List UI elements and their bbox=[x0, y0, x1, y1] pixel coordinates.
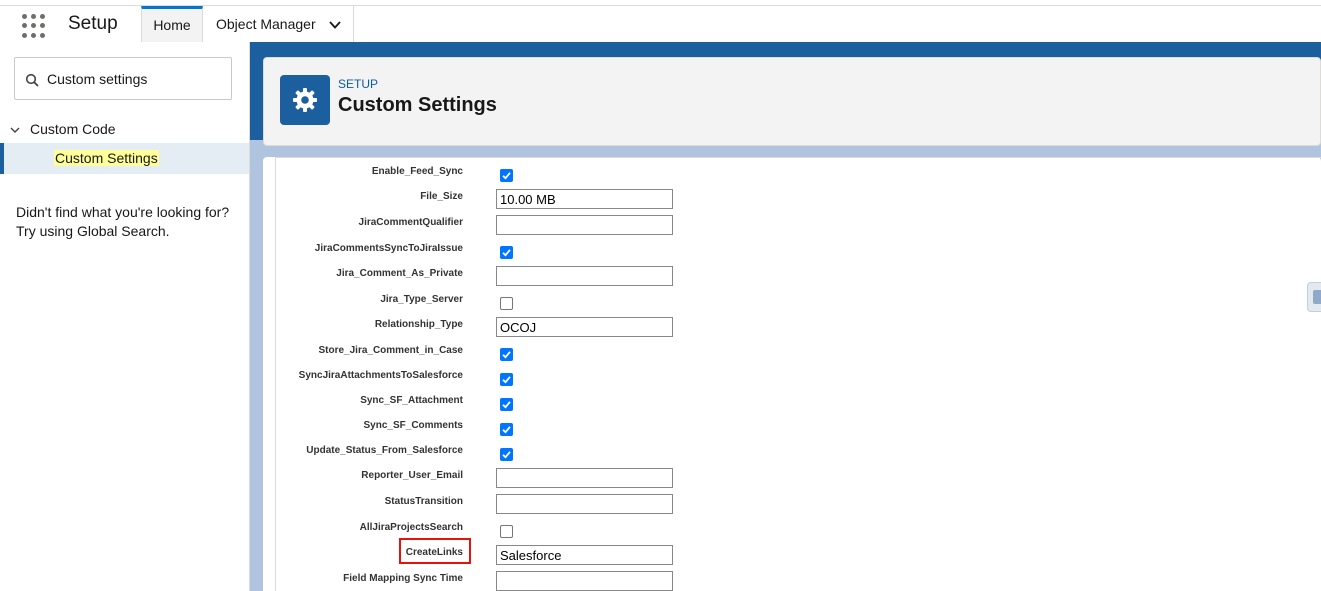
app-name: Setup bbox=[68, 13, 118, 34]
checkbox-checked[interactable] bbox=[500, 348, 513, 361]
tab-object-manager-label: Object Manager bbox=[216, 16, 316, 32]
field-label-sync-sf-attachment: Sync_SF_Attachment bbox=[360, 395, 463, 406]
text-field[interactable] bbox=[496, 571, 673, 591]
help-line: Didn't find what you're looking for? bbox=[16, 204, 230, 220]
checkmark-icon bbox=[502, 172, 511, 180]
field-label-field-mapping-sync-time: Field Mapping Sync Time bbox=[343, 573, 463, 584]
field-label-jira-comment-as-private: Jira_Comment_As_Private bbox=[336, 268, 463, 279]
checkmark-icon bbox=[502, 249, 511, 257]
global-nav: Setup Home Object Manager bbox=[0, 5, 1321, 43]
page-header: SETUP Custom Settings bbox=[263, 57, 1321, 146]
field-label-sync-jira-attachments: SyncJiraAttachmentsToSalesforce bbox=[298, 370, 463, 381]
checkbox-unchecked[interactable] bbox=[500, 297, 513, 310]
highlight-annotation bbox=[399, 538, 471, 564]
tree-item-label: Custom Code bbox=[30, 121, 116, 137]
tree-item-custom-code[interactable]: Custom Code bbox=[0, 118, 249, 142]
field-label-jira-comment-qualifier: JiraCommentQualifier bbox=[358, 217, 463, 228]
text-field[interactable] bbox=[496, 266, 673, 286]
field-label-jira-comments-sync: JiraCommentsSyncToJiraIssue bbox=[314, 243, 463, 254]
field-label-file-size: File_Size bbox=[420, 191, 463, 202]
checkmark-icon bbox=[502, 376, 511, 384]
search-help-text: Didn't find what you're looking for? Try… bbox=[16, 203, 241, 241]
breadcrumb[interactable]: SETUP bbox=[338, 77, 378, 91]
app-launcher-icon[interactable] bbox=[22, 14, 46, 38]
checkbox-checked[interactable] bbox=[500, 423, 513, 436]
custom-settings-detail: Enable_Feed_Sync File_Size JiraCommentQual… bbox=[263, 157, 1321, 591]
text-field[interactable] bbox=[496, 215, 673, 235]
search-icon bbox=[25, 73, 39, 87]
gear-icon bbox=[280, 75, 330, 125]
checkbox-checked[interactable] bbox=[500, 373, 513, 386]
field-label-relationship-type: Relationship_Type bbox=[374, 319, 463, 330]
text-field[interactable] bbox=[496, 317, 673, 337]
checkmark-icon bbox=[502, 451, 511, 459]
side-panel-toggle[interactable] bbox=[1307, 282, 1321, 312]
tree-item-custom-settings[interactable]: Custom Settings bbox=[0, 143, 249, 174]
tree-item-label: Custom Settings bbox=[54, 150, 159, 166]
field-label-enable-feed-sync: Enable_Feed_Sync bbox=[371, 166, 463, 177]
quick-find-box bbox=[14, 57, 232, 100]
field-label-status-transition: StatusTransition bbox=[384, 496, 463, 507]
text-field[interactable] bbox=[496, 494, 673, 514]
checkmark-icon bbox=[502, 351, 511, 359]
checkbox-checked[interactable] bbox=[500, 169, 513, 182]
checkbox-checked[interactable] bbox=[500, 246, 513, 259]
tab-home[interactable]: Home bbox=[141, 6, 203, 43]
setup-tree-sidebar: Custom Code Custom Settings Didn't find … bbox=[0, 42, 250, 591]
help-line: Try using Global Search. bbox=[16, 223, 170, 239]
text-field[interactable] bbox=[496, 545, 673, 565]
field-label-reporter-user-email: Reporter_User_Email bbox=[361, 470, 463, 481]
field-label-update-status: Update_Status_From_Salesforce bbox=[306, 445, 463, 456]
checkbox-checked[interactable] bbox=[500, 398, 513, 411]
field-label-jira-type-server: Jira_Type_Server bbox=[380, 294, 463, 305]
chevron-down-icon[interactable] bbox=[10, 125, 20, 135]
tab-object-manager[interactable]: Object Manager bbox=[204, 6, 354, 43]
checkmark-icon bbox=[502, 426, 511, 434]
field-label-sync-sf-comments: Sync_SF_Comments bbox=[363, 420, 463, 431]
checkbox-unchecked[interactable] bbox=[500, 525, 513, 538]
text-field[interactable] bbox=[496, 189, 673, 209]
field-label-all-jira-projects-search: AllJiraProjectsSearch bbox=[359, 522, 463, 533]
field-label-store-jira-comment: Store_Jira_Comment_in_Case bbox=[318, 345, 463, 356]
chevron-down-icon[interactable] bbox=[329, 19, 341, 31]
checkbox-checked[interactable] bbox=[500, 448, 513, 461]
checkmark-icon bbox=[502, 401, 511, 409]
text-field[interactable] bbox=[496, 468, 673, 488]
page-title: Custom Settings bbox=[338, 94, 497, 116]
quick-find-input[interactable] bbox=[47, 68, 227, 90]
field-list: Enable_Feed_Sync File_Size JiraCommentQual… bbox=[275, 157, 1321, 591]
